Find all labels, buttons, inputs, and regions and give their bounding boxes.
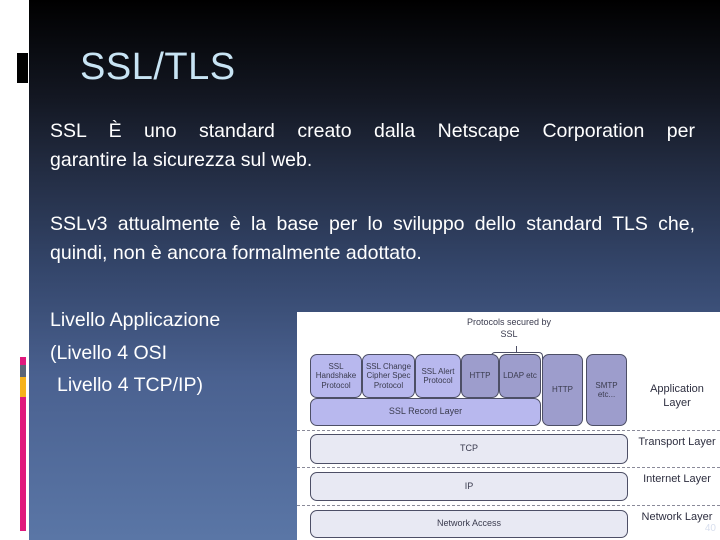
slide-title: SSL/TLS (80, 46, 236, 88)
box-network-access: Network Access (310, 510, 628, 538)
box-ssl-record-layer: SSL Record Layer (310, 398, 541, 426)
layer-description: Livello Applicazione (Livello 4 OSI Live… (50, 304, 220, 402)
layer-line: Livello 4 TCP/IP) (57, 374, 203, 396)
box-ip: IP (310, 472, 628, 501)
accent-bar-segment (20, 365, 26, 377)
label-application-layer: Application Layer (650, 383, 704, 409)
box-http-plain: HTTP (542, 354, 583, 426)
paragraph-sslv3: SSLv3 attualmente è la base per lo svilu… (50, 213, 695, 264)
label-network-layer: Network Layer (641, 511, 713, 523)
box-ldap-secured: LDAP etc (499, 354, 541, 398)
protocol-stack-diagram: Protocols secured by SSL SSL Handshake P… (297, 312, 720, 540)
layer-line: (Livello 4 OSI (50, 341, 168, 364)
box-tcp: TCP (310, 434, 628, 464)
accent-bar-segment (20, 357, 26, 365)
box-smtp-plain: SMTP etc... (586, 354, 627, 426)
title-marker (17, 53, 28, 83)
protocols-secured-label: Protocols secured by SSL (466, 317, 552, 339)
layer-divider (297, 505, 720, 506)
paragraph-line: garantire la sicurezza sul web. (50, 149, 313, 171)
layer-divider (297, 430, 720, 431)
label-transport-layer: Transport Layer (638, 436, 716, 448)
box-ssl-alert: SSL Alert Protocol (415, 354, 461, 398)
paragraph-line: SSL È uno standard creato dalla Netscape… (50, 120, 695, 142)
accent-bar-segment (20, 377, 26, 397)
paragraph-ssl-definition: SSL È uno standard creato dalla Netscape… (50, 117, 695, 175)
layer-divider (297, 467, 720, 468)
accent-bar-segment (20, 397, 26, 531)
box-ssl-change-cipher: SSL Change Cipher Spec Protocol (362, 354, 415, 398)
slide-number: 40 (704, 523, 716, 534)
label-internet-layer: Internet Layer (643, 473, 711, 485)
box-http-secured: HTTP (461, 354, 499, 398)
layer-line: Livello Applicazione (50, 309, 221, 331)
box-ssl-handshake: SSL Handshake Protocol (310, 354, 362, 398)
